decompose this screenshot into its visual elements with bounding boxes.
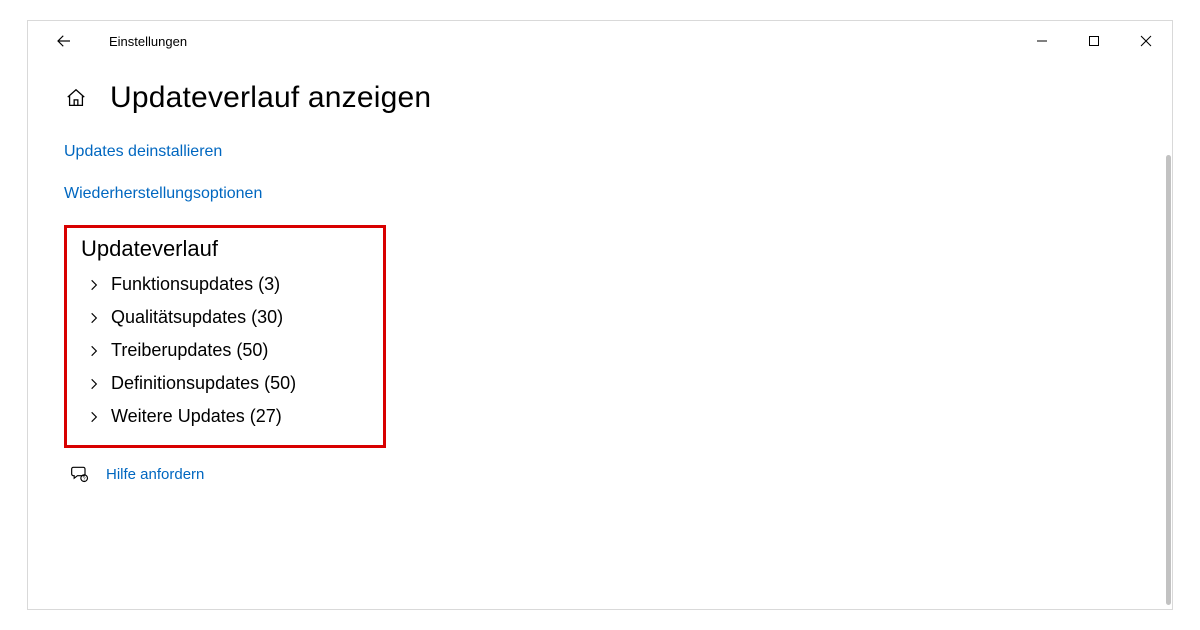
category-label: Weitere Updates (27): [111, 406, 282, 427]
chevron-right-icon: [81, 311, 107, 325]
chevron-right-icon: [81, 410, 107, 424]
update-history-highlight: Updateverlauf Funktionsupdates (3) Quali…: [64, 225, 386, 448]
minimize-button[interactable]: [1016, 21, 1068, 61]
chevron-right-icon: [81, 377, 107, 391]
svg-text:?: ?: [83, 476, 86, 482]
category-row-qualitaetsupdates[interactable]: Qualitätsupdates (30): [81, 301, 369, 334]
category-label: Funktionsupdates (3): [111, 274, 280, 295]
category-label: Treiberupdates (50): [111, 340, 268, 361]
help-chat-icon: ?: [70, 464, 90, 484]
window-title: Einstellungen: [109, 34, 187, 49]
category-label: Definitionsupdates (50): [111, 373, 296, 394]
get-help-link[interactable]: Hilfe anfordern: [106, 466, 204, 483]
category-row-treiberupdates[interactable]: Treiberupdates (50): [81, 334, 369, 367]
chevron-right-icon: [81, 278, 107, 292]
back-button[interactable]: [54, 31, 74, 51]
close-button[interactable]: [1120, 21, 1172, 61]
scrollbar[interactable]: [1166, 155, 1171, 605]
recovery-options-link[interactable]: Wiederherstellungsoptionen: [64, 185, 1136, 203]
content-area: Updateverlauf anzeigen Updates deinstall…: [28, 61, 1172, 609]
category-row-definitionsupdates[interactable]: Definitionsupdates (50): [81, 367, 369, 400]
page-title: Updateverlauf anzeigen: [110, 81, 431, 115]
category-row-funktionsupdates[interactable]: Funktionsupdates (3): [81, 268, 369, 301]
category-label: Qualitätsupdates (30): [111, 307, 283, 328]
update-history-heading: Updateverlauf: [81, 236, 369, 262]
settings-window: Einstellungen Updateverlauf anzeigen: [27, 20, 1173, 610]
home-icon[interactable]: [64, 86, 88, 110]
category-row-weitere-updates[interactable]: Weitere Updates (27): [81, 400, 369, 433]
uninstall-updates-link[interactable]: Updates deinstallieren: [64, 143, 1136, 161]
maximize-button[interactable]: [1068, 21, 1120, 61]
titlebar: Einstellungen: [28, 21, 1172, 61]
chevron-right-icon: [81, 344, 107, 358]
